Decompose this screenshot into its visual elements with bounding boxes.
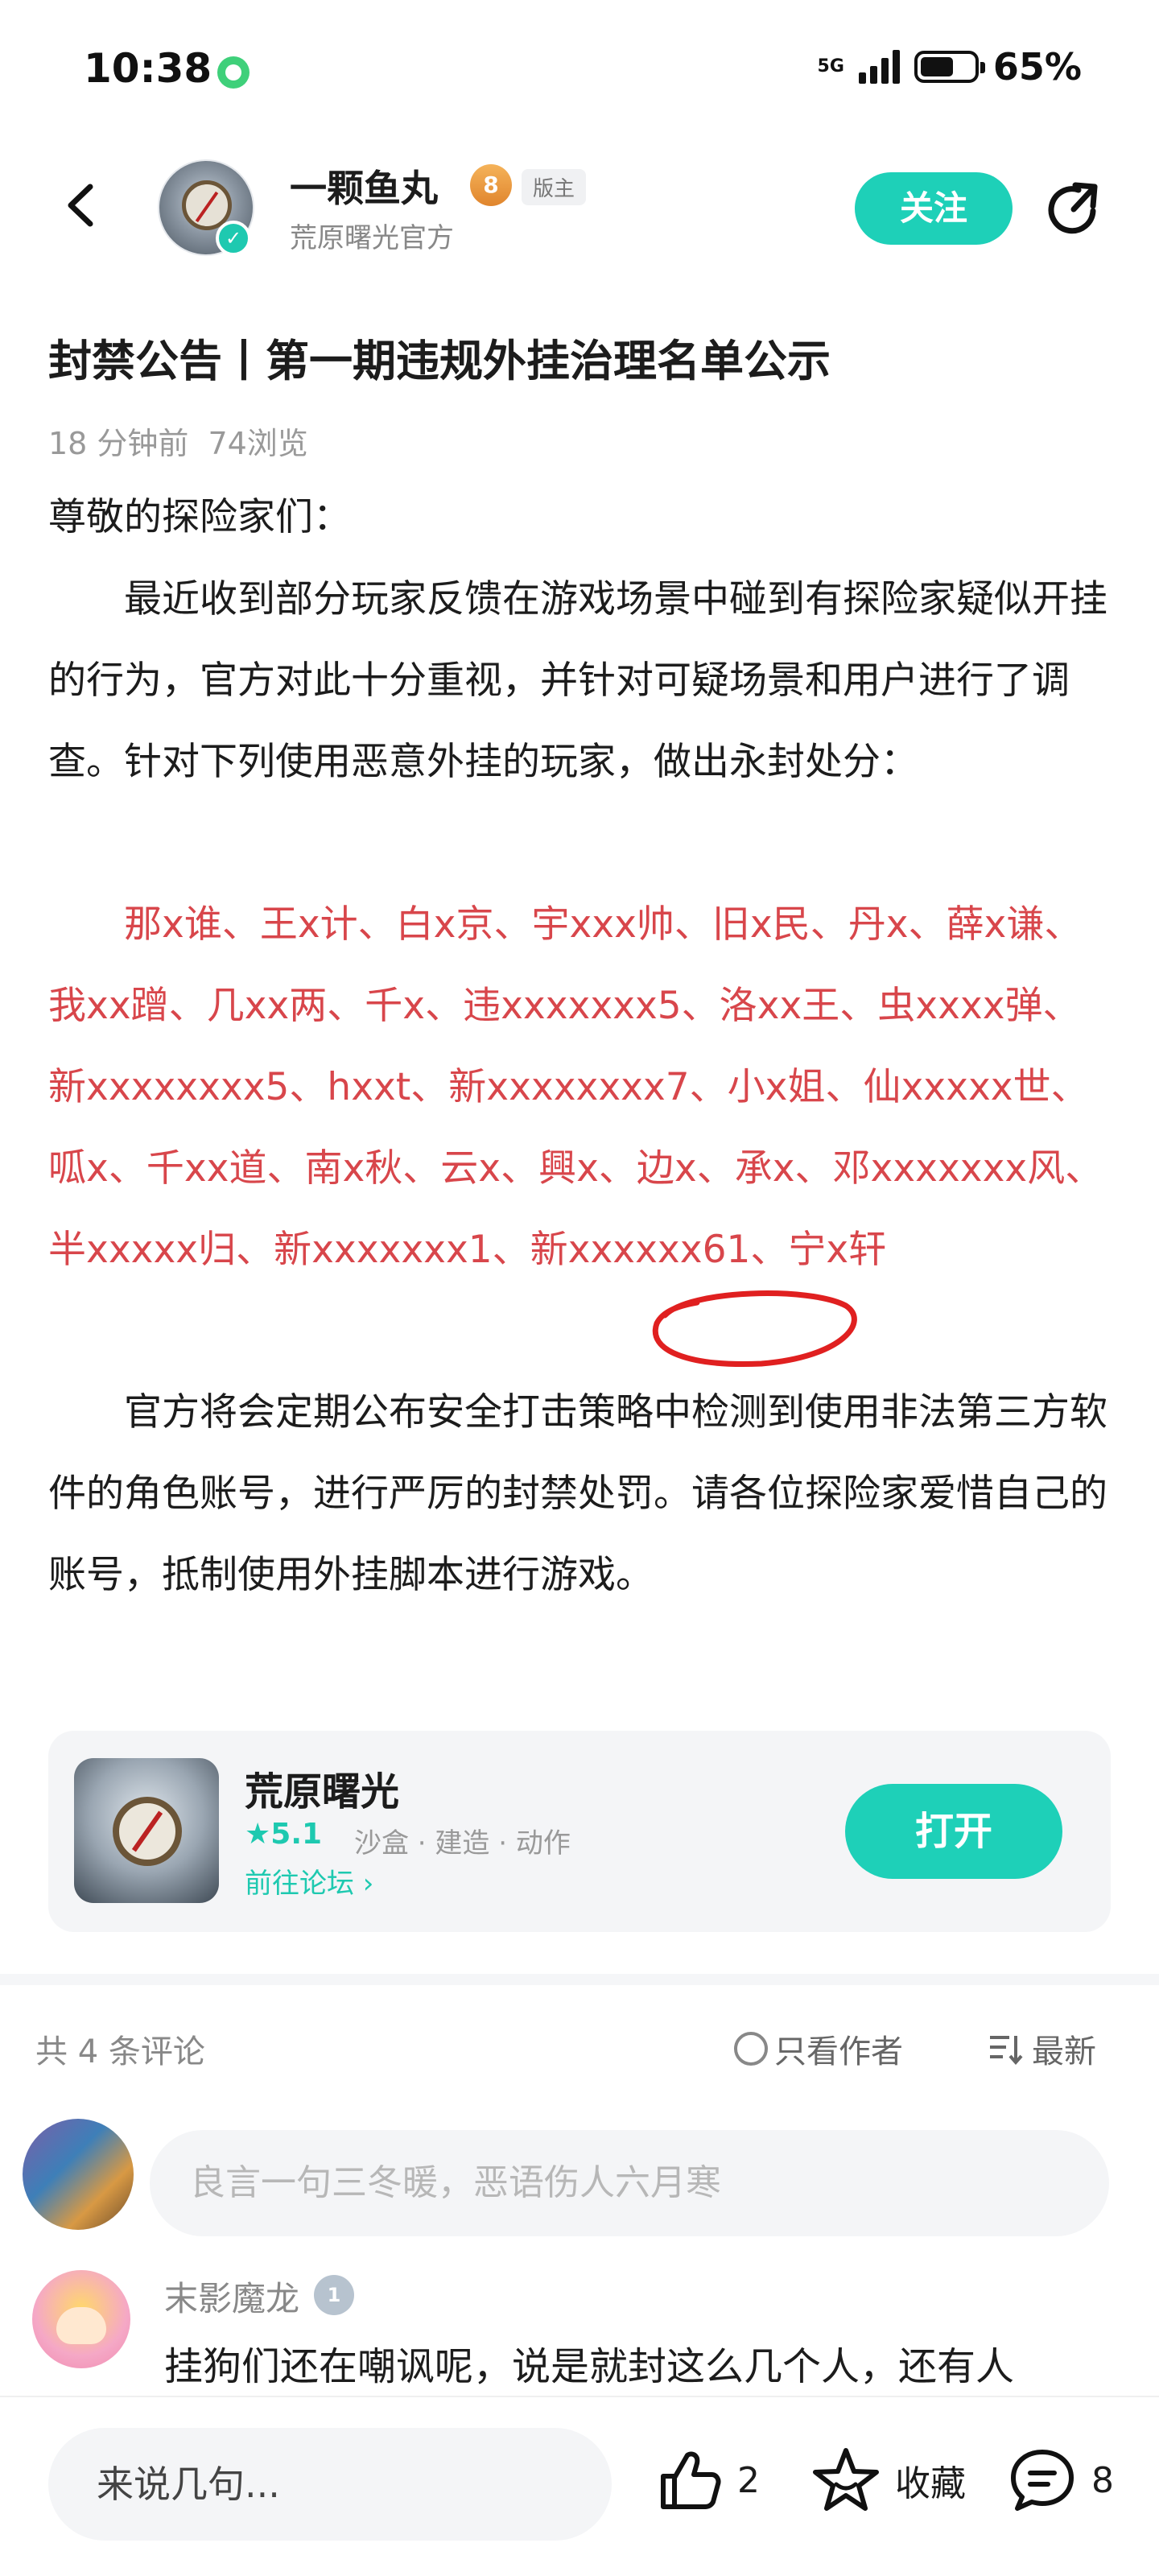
author-name[interactable]: 一颗鱼丸 <box>290 159 438 213</box>
post-title: 封禁公告丨第一期违规外挂治理名单公示 <box>48 336 831 386</box>
open-app-button[interactable]: 打开 <box>845 1784 1062 1879</box>
author-subtitle: 荒原曙光官方 <box>290 222 454 254</box>
share-button[interactable] <box>1043 177 1107 242</box>
radio-circle-icon <box>734 2032 768 2066</box>
section-divider <box>0 1974 1159 1985</box>
forum-link[interactable]: 前往论坛 › <box>245 1861 373 1901</box>
signal-icon <box>858 50 900 84</box>
commenter-name[interactable]: 末影魔龙 <box>164 2272 299 2321</box>
post-time: 18 分钟前 <box>48 426 189 461</box>
battery-percent: 65% <box>992 45 1082 89</box>
back-arrow-icon <box>68 184 93 227</box>
status-bar: 10:38 5G 65% <box>0 0 1159 145</box>
star-icon <box>813 2448 879 2511</box>
app-name: 荒原曙光 <box>245 1769 400 1814</box>
share-icon <box>1048 182 1098 234</box>
comment-count: 共 4 条评论 <box>35 2033 205 2070</box>
favorite-button[interactable]: 收藏 <box>810 2444 966 2516</box>
comment-count-badge: 8 <box>1091 2459 1114 2501</box>
app-tags: 沙盒 · 建造 · 动作 <box>354 1827 571 1860</box>
follow-button[interactable]: 关注 <box>855 172 1013 245</box>
my-avatar <box>23 2119 134 2230</box>
thumbs-up-icon <box>661 2451 721 2509</box>
status-indicators: 5G 65% <box>818 45 1082 89</box>
back-button[interactable] <box>53 177 109 233</box>
comment-text: 挂狗们还在嘲讽呢，说是就封这么几个人，还有人 <box>164 2344 1015 2389</box>
chat-app-icon <box>217 56 250 89</box>
post-greeting: 尊敬的探险家们： <box>48 495 351 539</box>
app-rating: ★5.1 <box>245 1818 323 1851</box>
sort-icon <box>990 2036 1023 2065</box>
like-button[interactable]: 2 <box>652 2444 760 2516</box>
reply-input[interactable]: 来说几句... <box>48 2428 612 2541</box>
level-badge: 8 <box>470 164 512 206</box>
comment-input[interactable]: 良言一句三冬暖，恶语伤人六月寒 <box>150 2130 1109 2236</box>
post-meta: 18 分钟前 74浏览 <box>48 419 308 463</box>
comments-button[interactable]: 8 <box>1006 2444 1114 2516</box>
verified-icon: ✓ <box>216 221 251 256</box>
banned-player-list: 那x谁、王x计、白x京、宇xxx帅、旧x民、丹x、薛x谦、我xx蹭、几xx两、千… <box>48 902 1103 1272</box>
post-views: 74浏览 <box>208 426 308 461</box>
status-time: 10:38 <box>84 45 212 92</box>
post-paragraph: 最近收到部分玩家反馈在游戏场景中碰到有探险家疑似开挂的行为，官方对此十分重视，并… <box>48 577 1107 784</box>
sort-label: 最新 <box>1032 2033 1096 2070</box>
post-header: ✓ 一颗鱼丸 8 版主 荒原曙光官方 关注 <box>0 145 1159 266</box>
battery-icon <box>914 51 985 83</box>
post-paragraph: 官方将会定期公布安全打击策略中检测到使用非法第三方软件的角色账号，进行严厉的封禁… <box>48 1390 1107 1597</box>
hand-drawn-circle-annotation <box>652 1290 857 1367</box>
commenter-level-badge: 1 <box>314 2275 354 2315</box>
favorite-label: 收藏 <box>895 2463 966 2504</box>
app-icon <box>74 1758 219 1903</box>
like-count: 2 <box>737 2459 760 2501</box>
only-author-label: 只看作者 <box>774 2033 903 2070</box>
comment-bubble-icon <box>1011 2450 1074 2511</box>
sort-button[interactable]: 最新 <box>988 2025 1096 2072</box>
network-label: 5G <box>817 56 844 76</box>
app-card[interactable]: 荒原曙光 ★5.1 沙盒 · 建造 · 动作 前往论坛 › 打开 <box>48 1731 1111 1932</box>
bottom-action-bar: 来说几句... 2 收藏 8 <box>0 2396 1159 2576</box>
only-author-toggle[interactable]: 只看作者 <box>734 2025 903 2072</box>
commenter-avatar[interactable] <box>32 2270 130 2368</box>
moderator-tag: 版主 <box>522 169 587 205</box>
